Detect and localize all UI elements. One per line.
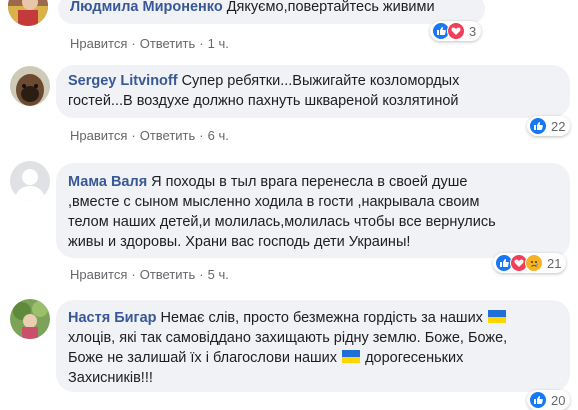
reply-link[interactable]: Ответить [140, 36, 196, 51]
comment-text: Я походы в тыл врага перенесла в своей д… [151, 174, 468, 190]
comment-text: дорогесеньких [365, 350, 464, 366]
reaction-count: 22 [551, 118, 566, 134]
separator: · [131, 128, 136, 143]
comment-bubble: Sergey Litvinoff Супер ребятки...Выжигайт… [56, 65, 570, 118]
comment-author[interactable]: Sergey Litvinoff [68, 73, 178, 89]
comment-bubble: Мама Валя Я походы в тыл врага перенесла … [56, 163, 570, 258]
comment-actions: Нравится · Ответить · 1 ч. [70, 36, 229, 51]
like-icon [529, 391, 547, 409]
reaction-count: 3 [469, 23, 477, 39]
comment-actions: Нравится · Ответить · 5 ч. [70, 267, 229, 282]
comment-text: Захисників!!! [68, 370, 153, 386]
love-icon [447, 22, 465, 40]
comment-author[interactable]: Людмила Мироненко [70, 0, 223, 15]
separator: · [199, 36, 204, 51]
reaction-summary[interactable]: 3 [430, 21, 482, 41]
comment-actions: Нравится · Ответить · 6 ч. [70, 128, 229, 143]
like-link[interactable]: Нравится [70, 128, 127, 143]
reaction-count: 21 [547, 255, 562, 271]
avatar[interactable] [10, 161, 50, 201]
ukraine-flag-icon [342, 350, 361, 363]
comment-text: Супер ребятки...Выжигайте козломордых [181, 73, 460, 89]
comment-author[interactable]: Мама Валя [68, 174, 147, 190]
separator: · [199, 128, 204, 143]
comment-text: хлоців, які так самовiддано захищають рі… [68, 330, 508, 346]
separator: · [131, 36, 136, 51]
comment-bubble: Людмила Мироненко Дякуємо,повертайтесь жи… [58, 0, 485, 24]
comment-author[interactable]: Настя Бигар [68, 310, 157, 326]
comment-text: живы и здоровы. Храни вас господь дети У… [68, 234, 411, 250]
reaction-summary[interactable]: 21 [493, 253, 567, 273]
avatar[interactable] [8, 0, 48, 26]
separator: · [199, 267, 204, 282]
comment-text: Боже не залишай їх і благослови наших [68, 350, 338, 366]
comment-time[interactable]: 5 ч. [208, 267, 229, 282]
reaction-summary[interactable]: 22 [527, 116, 571, 136]
comment-time[interactable]: 6 ч. [208, 128, 229, 143]
comment-text: ,вместе с сыном мысленно ходила в гости … [68, 194, 480, 210]
like-link[interactable]: Нравится [70, 36, 127, 51]
avatar[interactable] [10, 299, 50, 339]
like-link[interactable]: Нравится [70, 267, 127, 282]
reply-link[interactable]: Ответить [140, 128, 196, 143]
like-icon [529, 117, 547, 135]
separator: · [131, 267, 136, 282]
reaction-count: 20 [551, 392, 566, 408]
comment-text: гостей...В воздухе должно пахнуть шкваре… [68, 93, 459, 109]
reaction-summary[interactable]: 20 [527, 390, 571, 410]
comment-time[interactable]: 1 ч. [208, 36, 229, 51]
reply-link[interactable]: Ответить [140, 267, 196, 282]
ukraine-flag-icon [487, 310, 506, 323]
comment-text: Немає слів, просто безмежна гордість за … [160, 310, 483, 326]
sad-icon [525, 254, 543, 272]
avatar[interactable] [10, 66, 50, 106]
comment-text: Дякуємо,повертайтесь живими [226, 0, 435, 15]
comment-bubble: Настя Бигар Немає слів, просто безмежна г… [56, 300, 570, 392]
comment-text: телом наших детей,и молилась,молилась чт… [68, 214, 496, 230]
